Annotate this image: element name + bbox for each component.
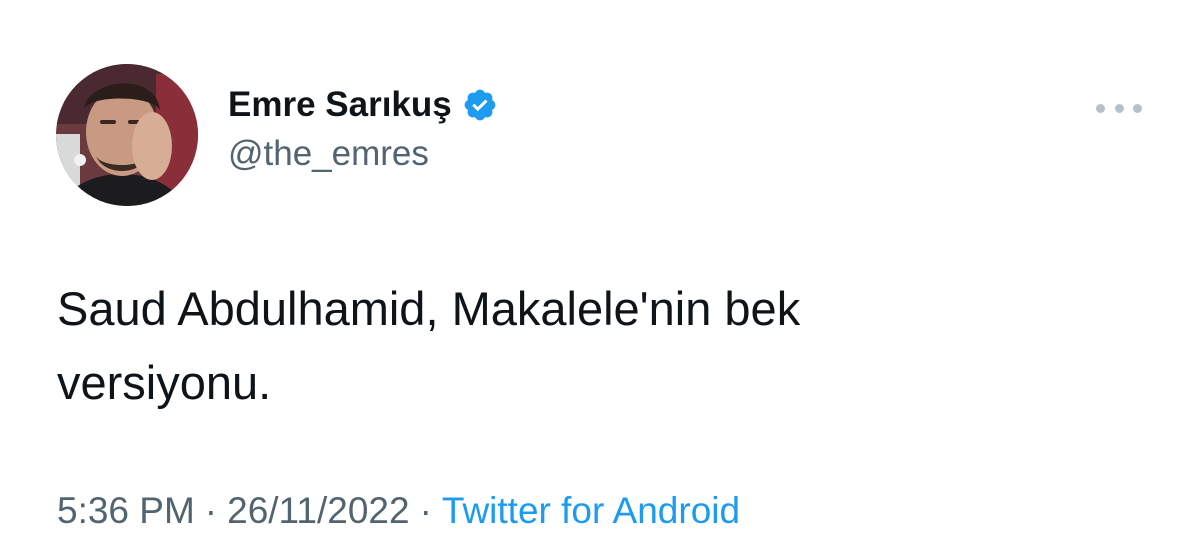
handle[interactable]: @the_emres [228, 134, 498, 174]
tweet-text-line-2: versiyonu. [57, 356, 272, 409]
tweet-text: Saud Abdulhamid, Makalele'nin bek versiyo… [57, 272, 1147, 420]
meta-separator: · [204, 490, 218, 531]
profile-photo [56, 64, 198, 206]
display-name[interactable]: Emre Sarıkuş [228, 85, 452, 125]
tweet-meta: 5:36 PM · 26/11/2022 · Twitter for Android [57, 490, 740, 532]
more-dot [1114, 103, 1124, 113]
tweet-source-link[interactable]: Twitter for Android [442, 490, 740, 531]
avatar[interactable] [56, 64, 198, 206]
more-dot [1096, 103, 1105, 113]
author-block: Emre Sarıkuş @the_emres [228, 82, 498, 174]
tweet-text-line-1: Saud Abdulhamid, Makalele'nin bek [57, 282, 801, 335]
more-dot [1133, 103, 1142, 113]
more-options-icon[interactable] [1096, 96, 1142, 120]
tweet-time[interactable]: 5:36 PM [57, 490, 195, 531]
tweet-date[interactable]: 26/11/2022 [227, 490, 409, 531]
name-row: Emre Sarıkuş [228, 82, 498, 128]
meta-separator: · [419, 490, 432, 531]
verified-badge-icon [462, 87, 498, 123]
tweet-card: Emre Sarıkuş @the_emres Saud Abdulhamid,… [0, 0, 1200, 547]
